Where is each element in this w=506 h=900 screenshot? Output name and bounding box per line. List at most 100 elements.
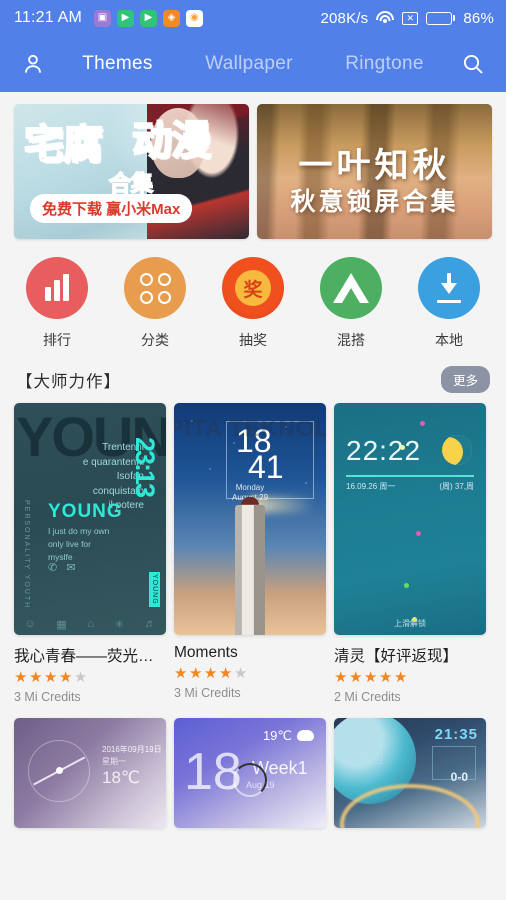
preview-minute: 41 (248, 449, 284, 485)
preview-dot (404, 583, 409, 588)
preview-phone-message-icons: ✆ ✉ (48, 562, 76, 574)
four-circles-icon (124, 257, 186, 319)
camera-app-icon: ◉ (186, 9, 204, 27)
purple-app-icon: ▣ (94, 9, 112, 27)
lighthouse-tower (235, 505, 265, 635)
theme-name: Moments (174, 644, 238, 661)
orange-app-icon: ◈ (163, 9, 181, 27)
quick-action-mixmatch[interactable]: 混搭 (308, 257, 394, 350)
theme-preview[interactable]: 19℃ 18 Week1 Aug 19 (174, 718, 326, 828)
quick-action-lottery[interactable]: 奖 抽奖 (210, 257, 296, 350)
loading-spinner (233, 762, 267, 797)
preview-tag: YOUNG (149, 572, 160, 607)
quick-action-label: 排行 (43, 332, 71, 348)
theme-preview[interactable]: 22:22 16.09.26 周一 (周) 37,周 上滑解锁 (334, 403, 486, 635)
banner-subtitle: 秋意锁屏合集 (290, 188, 459, 216)
status-bar-notification-icons: ▣ ▶ ▶ ◈ ◉ (94, 9, 204, 27)
preview-weekday: Monday (235, 483, 265, 492)
preview-date-right: (周) 37,周 (439, 482, 474, 491)
search-icon[interactable] (456, 47, 490, 81)
cloud-icon (297, 730, 314, 741)
status-bar-system-icons: 208K/s ✕ 86% (320, 10, 494, 27)
bar-chart-icon (26, 257, 88, 319)
preview-day-number: 18 (184, 743, 242, 801)
theme-card[interactable]: 18 41 Monday August 29 PITA TEKNOLOGI Mo… (174, 403, 326, 704)
no-sim-icon: ✕ (402, 11, 419, 25)
theme-price: 2 Mi Credits (334, 690, 401, 704)
banner-title-2: 动漫 (131, 119, 212, 163)
banner-title: 宅腐 (23, 123, 104, 167)
preview-temperature: 18℃ (102, 768, 141, 787)
prize-glyph: 奖 (235, 270, 271, 306)
preview-clock: 22:22 (346, 435, 422, 466)
preview-clock: 21:35 (434, 726, 478, 743)
hud-panel-left (348, 746, 382, 764)
quick-action-label: 分类 (141, 332, 169, 348)
rating-stars: ★★★★★ (14, 669, 89, 686)
preview-weekday: 星期一 (102, 757, 126, 766)
preview-dot (400, 445, 405, 450)
section-header: 【大师力作】 更多 (0, 360, 506, 403)
theme-grid-row-2: 2016年09月19日 星期一 18℃ 19℃ 18 Week1 Aug 19 … (0, 704, 506, 828)
app-screen: 11:21 AM ▣ ▶ ▶ ◈ ◉ 208K/s ✕ 86% Themes W… (0, 0, 506, 900)
preview-dock: ☺ ▦ ⌂ ✳ ♬ (24, 618, 156, 631)
tab-ringtone[interactable]: Ringtone (345, 53, 423, 75)
theme-preview[interactable]: YOUN Trentenni e quarantenni Isofan conq… (14, 403, 166, 635)
person-icon[interactable] (16, 47, 50, 81)
preview-clock: 23:13 (130, 437, 160, 497)
status-bar: 11:21 AM ▣ ▶ ▶ ◈ ◉ 208K/s ✕ 86% (0, 0, 506, 36)
wifi-icon (376, 11, 395, 25)
banner-title: 一叶知秋 (298, 147, 451, 185)
battery-percent-label: 86% (463, 9, 494, 27)
theme-card[interactable]: YOUN Trentenni e quarantenni Isofan conq… (14, 403, 166, 704)
compass-hub (56, 767, 63, 774)
theme-name: 我心青春——荧光… (14, 648, 154, 665)
promo-banner-anime[interactable]: 宅腐 动漫 合集 免费下载 赢小米Max (14, 104, 249, 239)
preview-side-text: PERSONALITY YOUTH (23, 499, 30, 609)
triangle-icon (320, 257, 382, 319)
battery-icon (426, 11, 456, 25)
download-icon (418, 257, 480, 319)
promo-banner-carousel: 宅腐 动漫 合集 免费下载 赢小米Max 一叶知秋 秋意锁屏合集 (0, 92, 506, 239)
quick-action-local[interactable]: 本地 (406, 257, 492, 350)
page-title: 【大师力作】 (16, 372, 121, 391)
play-store-icon: ▶ (117, 9, 135, 27)
prize-icon: 奖 (222, 257, 284, 319)
preview-dot (420, 421, 425, 426)
more-button[interactable]: 更多 (440, 366, 490, 393)
preview-divider (346, 475, 474, 477)
quick-action-label: 混搭 (337, 332, 365, 348)
preview-dot (416, 531, 421, 536)
tab-wallpaper[interactable]: Wallpaper (205, 53, 293, 75)
watermark-text: PITA TEKNOLOGI (174, 415, 326, 441)
preview-footer: 上滑解锁 (394, 619, 426, 628)
quick-action-ranking[interactable]: 排行 (14, 257, 100, 350)
top-navigation-bar: Themes Wallpaper Ringtone (0, 36, 506, 92)
preview-temperature: 19℃ (262, 728, 292, 743)
rating-stars: ★★★★★ (334, 669, 409, 686)
tab-themes[interactable]: Themes (82, 53, 152, 75)
preview-date-left: 16.09.26 周一 (346, 482, 396, 491)
network-speed-label: 208K/s (320, 9, 369, 27)
moon-icon (442, 435, 472, 465)
status-bar-clock: 11:21 AM (14, 9, 83, 26)
nav-tabs: Themes Wallpaper Ringtone (50, 53, 456, 75)
theme-grid-row-1: YOUN Trentenni e quarantenni Isofan conq… (0, 403, 506, 704)
theme-price: 3 Mi Credits (174, 686, 241, 700)
banner-cta-label: 免费下载 赢小米Max (30, 194, 193, 223)
theme-preview[interactable]: 18 41 Monday August 29 PITA TEKNOLOGI (174, 403, 326, 635)
preview-score: 0-0 (450, 770, 468, 784)
promo-banner-autumn[interactable]: 一叶知秋 秋意锁屏合集 (257, 104, 492, 239)
play-icon: ▶ (140, 9, 158, 27)
theme-preview[interactable]: 21:35 0-0 (334, 718, 486, 828)
theme-preview[interactable]: 2016年09月19日 星期一 18℃ (14, 718, 166, 828)
theme-name: 清灵【好评返现】 (334, 648, 459, 665)
theme-price: 3 Mi Credits (14, 690, 81, 704)
rating-stars: ★★★★★ (174, 665, 249, 682)
theme-card[interactable]: 22:22 16.09.26 周一 (周) 37,周 上滑解锁 清灵【好评返现】… (334, 403, 486, 704)
quick-action-row: 排行 分类 奖 抽奖 混搭 本地 (0, 239, 506, 360)
quick-action-categories[interactable]: 分类 (112, 257, 198, 350)
preview-quote: I just do my own only live for myslfe (48, 526, 110, 562)
preview-brand: YOUNG (48, 501, 123, 522)
quick-action-label: 抽奖 (239, 332, 267, 348)
